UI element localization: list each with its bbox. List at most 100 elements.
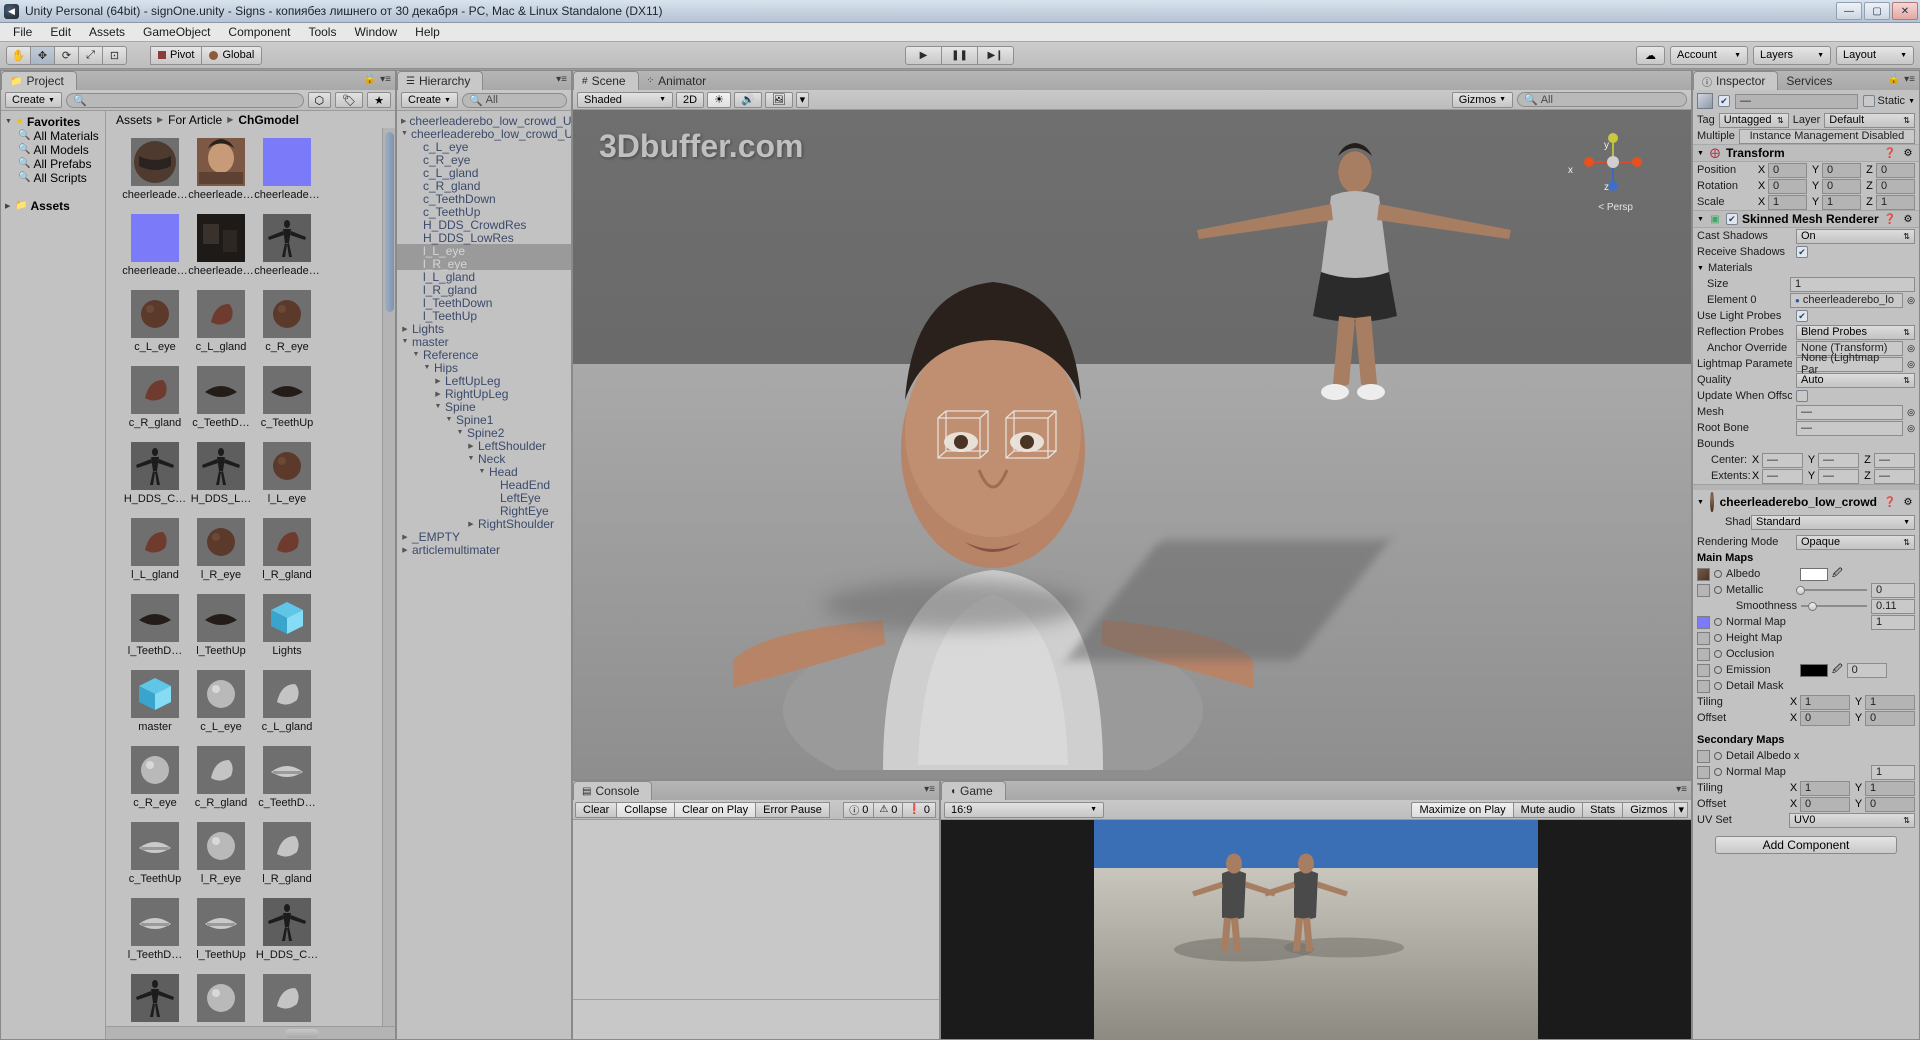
panel-options[interactable]: ▾≡	[556, 74, 567, 85]
chevron-down-icon[interactable]: ▼	[467, 455, 475, 462]
asset-item[interactable]: l_L_eye	[254, 440, 320, 516]
gameobject-active-checkbox[interactable]: ✔	[1718, 95, 1730, 107]
offset-x-field[interactable]: 0	[1800, 710, 1850, 726]
emission-color-swatch[interactable]	[1800, 663, 1828, 677]
chevron-down-icon[interactable]: ▼	[1697, 499, 1704, 506]
tab-game[interactable]: ◖ Game	[941, 781, 1006, 800]
clear-button[interactable]: Clear	[575, 801, 618, 818]
tab-services[interactable]: Services	[1778, 71, 1844, 90]
scale-x-field[interactable]: 1	[1768, 194, 1807, 210]
hierarchy-item[interactable]: ▶ _EMPTY	[397, 530, 571, 544]
radio-icon[interactable]	[1714, 570, 1722, 578]
hierarchy-item[interactable]: RightEye	[397, 504, 571, 518]
offset-y-field[interactable]: 0	[1865, 710, 1915, 726]
smoothness-value-field[interactable]: 0.11	[1871, 598, 1915, 614]
asset-item[interactable]: l_R_eye	[188, 516, 254, 592]
materials-row[interactable]: ▼ Materials	[1693, 260, 1919, 276]
asset-item[interactable]: cheerleade…	[122, 136, 188, 212]
extents-z-field[interactable]: —	[1874, 468, 1915, 484]
shader-dropdown[interactable]: Standard ▼	[1751, 514, 1915, 530]
hierarchy-item[interactable]: c_TeethUp	[397, 205, 571, 219]
object-picker-icon[interactable]: ◎	[1907, 423, 1915, 434]
menu-component[interactable]: Component	[219, 24, 299, 40]
gear-icon[interactable]: ⚙	[1901, 146, 1915, 160]
hierarchy-item[interactable]: ▼ Head	[397, 465, 571, 479]
close-button[interactable]: ✕	[1892, 2, 1918, 20]
maximize-button[interactable]: ▢	[1864, 2, 1890, 20]
radio-icon[interactable]	[1714, 650, 1722, 658]
hierarchy-search-input[interactable]: 🔍 All	[461, 92, 567, 108]
asset-item[interactable]: l_TeethUp	[188, 592, 254, 668]
asset-item[interactable]: H_DDS_L…	[122, 972, 188, 1026]
instance-management-button[interactable]: Instance Management Disabled	[1738, 128, 1915, 144]
asset-item[interactable]: cheerleade…	[254, 136, 320, 212]
asset-item[interactable]: cheerleade…	[188, 136, 254, 212]
menu-window[interactable]: Window	[345, 24, 406, 40]
extents-x-field[interactable]: —	[1762, 468, 1803, 484]
tag-dropdown[interactable]: Untagged ⇅	[1718, 112, 1789, 128]
hierarchy-item[interactable]: c_L_eye	[397, 140, 571, 154]
chevron-right-icon[interactable]: ▶	[434, 390, 442, 398]
offset2-x-field[interactable]: 0	[1800, 796, 1850, 812]
window-controls[interactable]: — ▢ ✕	[1836, 2, 1918, 20]
shading-mode-dropdown[interactable]: Shaded ▼	[577, 91, 673, 108]
chevron-right-icon[interactable]: ▶	[401, 533, 409, 541]
asset-item[interactable]: c_TeethUp	[122, 820, 188, 896]
hierarchy-item[interactable]: ▼ Reference	[397, 348, 571, 362]
tab-animator[interactable]: ⁘ Animator	[639, 71, 719, 90]
tiling2-x-field[interactable]: 1	[1800, 780, 1850, 796]
radio-icon[interactable]	[1714, 634, 1722, 642]
chevron-down-icon[interactable]: ▼	[401, 130, 408, 137]
reflection-probes-dropdown[interactable]: Blend Probes ⇅	[1796, 324, 1915, 340]
clear-on-play-button[interactable]: Clear on Play	[674, 801, 757, 818]
asset-grid[interactable]: cheerleade… cheerleade… cheerleade… cheerle…	[106, 128, 382, 1026]
cloud-icon[interactable]: ☁	[1636, 45, 1665, 65]
mesh-field[interactable]: —	[1796, 404, 1904, 420]
scene-search-input[interactable]: 🔍 All	[1517, 92, 1687, 107]
object-picker-icon[interactable]: ◎	[1907, 295, 1915, 306]
asset-item[interactable]: Lights	[254, 592, 320, 668]
skinned-mesh-enabled-checkbox[interactable]: ✔	[1725, 213, 1738, 225]
chevron-right-icon[interactable]: ▶	[401, 546, 409, 554]
chevron-down-icon[interactable]: ▼	[456, 429, 464, 436]
panel-options[interactable]: ▾≡	[1676, 784, 1687, 795]
asset-item[interactable]: H_DDS_C…	[122, 440, 188, 516]
asset-item[interactable]: c_R_gland	[122, 364, 188, 440]
asset-item[interactable]: l_R_eye	[188, 820, 254, 896]
toggle-2d[interactable]: 2D	[676, 91, 705, 108]
hierarchy-item[interactable]: c_L_gland	[397, 166, 571, 180]
hierarchy-tree[interactable]: ▶cheerleaderebo_low_crowd_Unity▼cheerlea…	[397, 111, 571, 1039]
tab-scene[interactable]: # Scene	[573, 71, 639, 90]
metallic-value-field[interactable]: 0	[1871, 582, 1915, 598]
favorite-all-models[interactable]: 🔍 All Models	[1, 143, 105, 157]
height-map-texture-slot[interactable]	[1697, 631, 1710, 645]
albedo-texture-slot[interactable]	[1697, 567, 1710, 581]
chevron-right-icon[interactable]: ▶	[434, 377, 442, 385]
lighting-icon[interactable]: ☀	[707, 91, 731, 108]
scrollbar-thumb[interactable]	[385, 132, 394, 312]
chevron-down-icon[interactable]: ▼	[423, 364, 431, 371]
gameobject-name-field[interactable]: —	[1735, 93, 1858, 109]
detail-mask-texture-slot[interactable]	[1697, 679, 1710, 693]
chevron-down-icon[interactable]: ▼	[412, 351, 420, 358]
asset-item[interactable]: cheerleade…	[254, 212, 320, 288]
object-picker-icon[interactable]: ◎	[1907, 359, 1915, 370]
tab-inspector[interactable]: ⓘ Inspector	[1693, 71, 1779, 90]
materials-size-field[interactable]: 1	[1790, 276, 1915, 292]
tiling-x-field[interactable]: 1	[1800, 694, 1850, 710]
material-header[interactable]: ▼ cheerleaderebo_low_crowd ❓ ⚙	[1693, 490, 1919, 514]
panel-options[interactable]: 🔒 ▾≡	[364, 74, 391, 85]
console-log-list[interactable]	[573, 820, 939, 999]
asset-item[interactable]: l_L_gland	[122, 516, 188, 592]
asset-item[interactable]: c_TeethUp	[254, 364, 320, 440]
asset-item[interactable]: l_TeethD…	[122, 896, 188, 972]
breadcrumb-for-article[interactable]: For Article	[168, 113, 222, 127]
asset-item[interactable]: l_R_gland	[254, 820, 320, 896]
chevron-right-icon[interactable]: ▶	[401, 325, 409, 333]
rotate-tool-icon[interactable]: ⟳	[54, 45, 79, 65]
hierarchy-item[interactable]: ▶ LeftShoulder	[397, 439, 571, 453]
hierarchy-item[interactable]: ▼ master	[397, 335, 571, 349]
radio-icon[interactable]	[1714, 666, 1722, 674]
normal-map-value-field[interactable]: 1	[1871, 614, 1915, 630]
metallic-texture-slot[interactable]	[1697, 583, 1710, 597]
